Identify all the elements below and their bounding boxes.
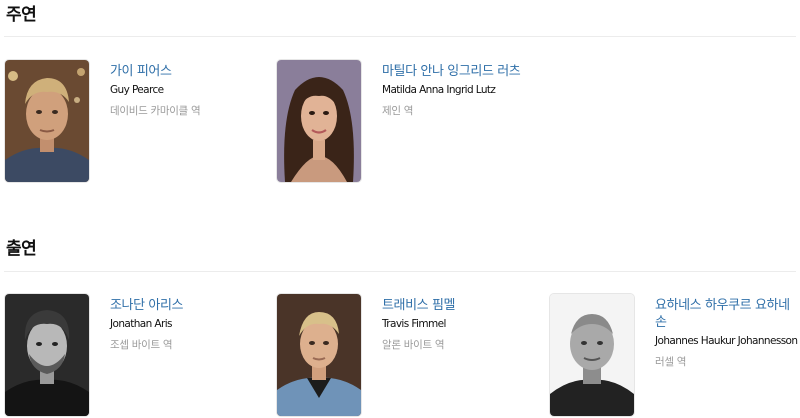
profile-photo[interactable] <box>276 59 362 183</box>
actor-name-korean-link[interactable]: 가이 피어스 <box>110 63 260 80</box>
actor-name-korean-link[interactable]: 조나단 아리스 <box>110 297 260 314</box>
cast-card-guy-pearce[interactable]: 가이 피어스 Guy Pearce 데이비드 카마이클 역 <box>4 59 264 183</box>
actor-name-korean-link[interactable]: 트래비스 핌멜 <box>382 297 532 314</box>
cast-card-jonathan-aris[interactable]: 조나단 아리스 Jonathan Aris 조셉 바이트 역 <box>4 293 264 417</box>
portrait-image <box>5 60 89 182</box>
portrait-image <box>277 294 361 416</box>
cast-card-travis-fimmel[interactable]: 트래비스 핌멜 Travis Fimmel 알론 바이트 역 <box>276 293 536 417</box>
cast-card-johannes-haukur-johannesson[interactable]: 요하네스 하우쿠르 요하네손 Johannes Haukur Johanness… <box>549 293 799 417</box>
actor-name-english: Matilda Anna Ingrid Lutz <box>382 84 496 96</box>
portrait-image <box>5 294 89 416</box>
actor-name-korean-link[interactable]: 요하네스 하우쿠르 요하네손 <box>655 297 799 331</box>
profile-photo[interactable] <box>4 293 90 417</box>
profile-photo[interactable] <box>276 293 362 417</box>
section-title-supporting-cast: 출연 <box>6 239 37 259</box>
section-divider <box>4 271 796 272</box>
actor-name-english: Jonathan Aris <box>110 318 173 330</box>
character-role: 제인 역 <box>382 105 414 117</box>
profile-photo[interactable] <box>4 59 90 183</box>
character-role: 알론 바이트 역 <box>382 339 445 351</box>
actor-name-english: Guy Pearce <box>110 84 164 96</box>
portrait-image <box>550 294 634 416</box>
actor-name-english: Johannes Haukur Johannesson <box>655 335 798 347</box>
character-role: 러셀 역 <box>655 356 687 368</box>
actor-name-english: Travis Fimmel <box>382 318 446 330</box>
character-role: 조셉 바이트 역 <box>110 339 173 351</box>
section-title-main-cast: 주연 <box>6 5 37 25</box>
section-divider <box>4 36 796 37</box>
profile-photo[interactable] <box>549 293 635 417</box>
cast-card-matilda-lutz[interactable]: 마틸다 안나 잉그리드 러츠 Matilda Anna Ingrid Lutz … <box>276 59 536 183</box>
character-role: 데이비드 카마이클 역 <box>110 105 201 117</box>
portrait-image <box>277 60 361 182</box>
actor-name-korean-link[interactable]: 마틸다 안나 잉그리드 러츠 <box>382 63 532 80</box>
